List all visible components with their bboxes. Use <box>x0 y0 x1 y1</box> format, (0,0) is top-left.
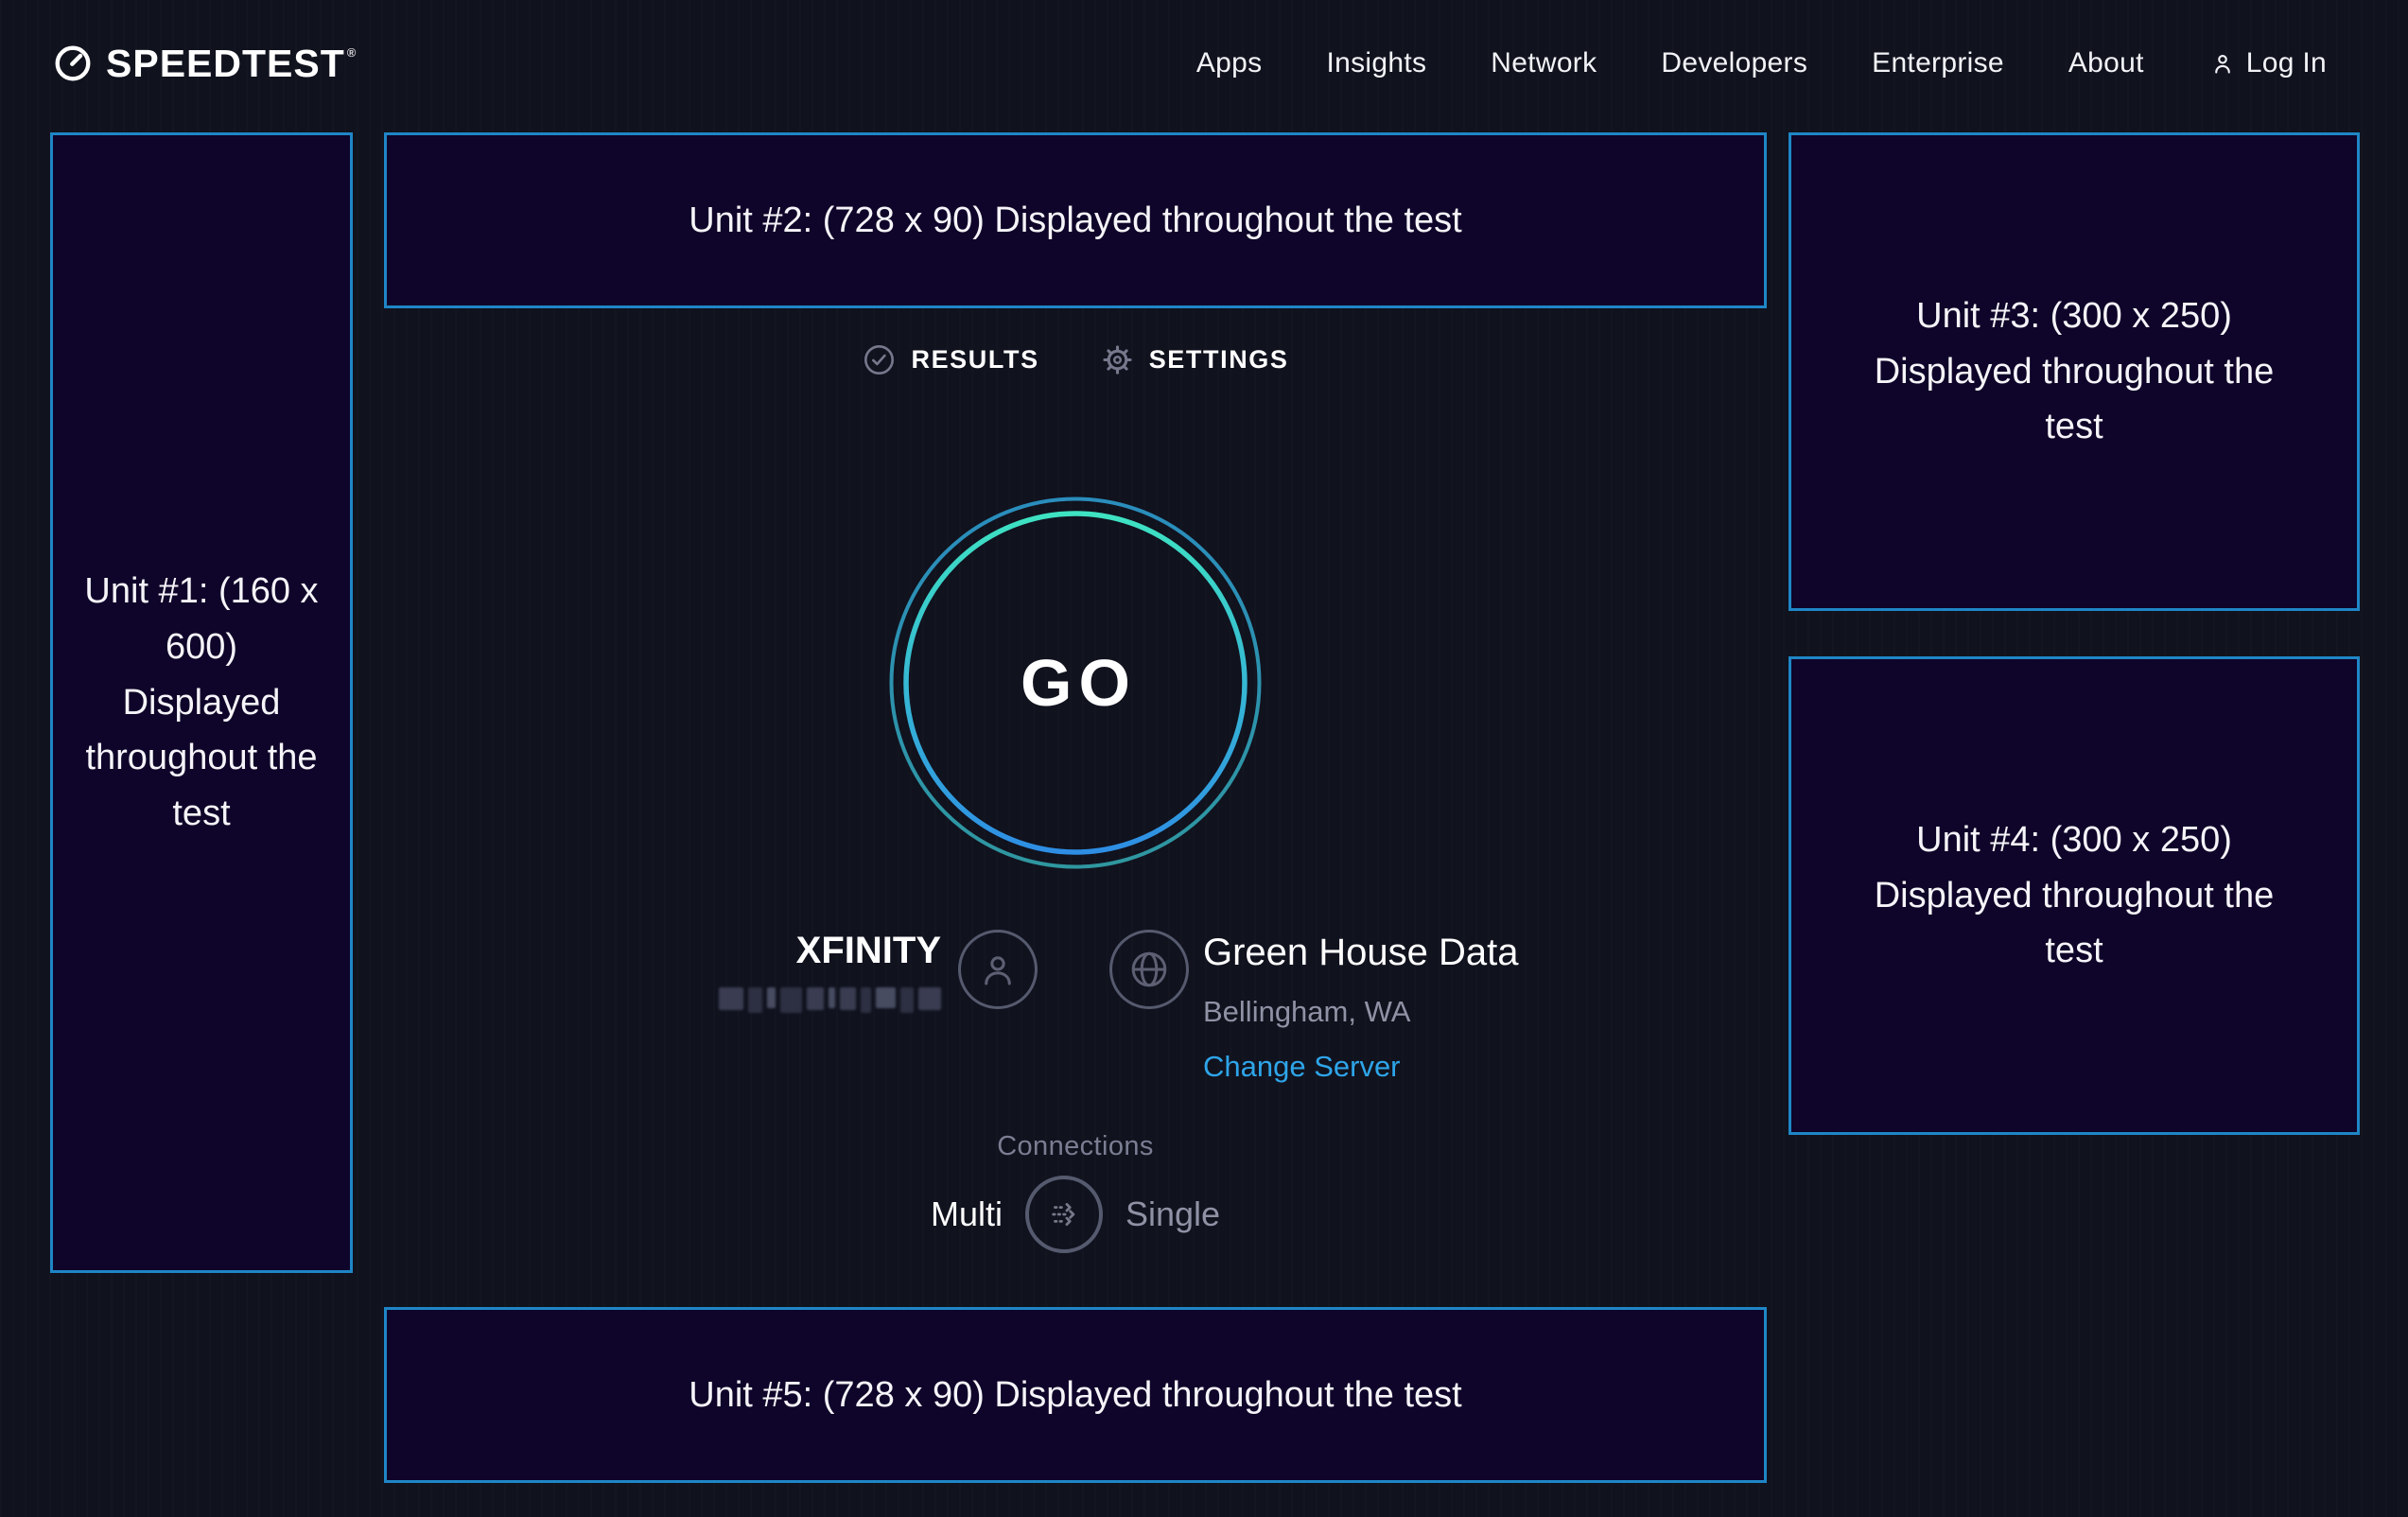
server-location: Bellingham, WA <box>1203 995 1519 1029</box>
server-name: Green House Data <box>1203 932 1519 974</box>
isp-server-row: XFINITY <box>384 922 1767 1130</box>
gear-icon <box>1100 342 1135 377</box>
main-content: RESULTS <box>384 0 1767 1517</box>
ad-unit-4-text: Unit #4: (300 x 250) Displayed throughou… <box>1870 812 2278 980</box>
nav-item-about[interactable]: About <box>2068 47 2144 79</box>
speedometer-gauge-icon <box>53 44 93 83</box>
multi-arrows-icon <box>1043 1194 1085 1235</box>
person-icon <box>976 948 1020 991</box>
user-icon <box>2208 49 2237 78</box>
connections-section: Connections Multi Sin <box>384 1131 1767 1253</box>
connections-toggle-row: Multi Single <box>384 1176 1767 1253</box>
server-avatar <box>1109 930 1189 1009</box>
ad-unit-4[interactable]: Unit #4: (300 x 250) Displayed throughou… <box>1789 656 2360 1135</box>
connection-option-multi[interactable]: Multi <box>931 1194 1003 1234</box>
speedtest-logo[interactable]: SPEEDTEST ® <box>53 36 356 91</box>
trademark-mark: ® <box>347 45 357 60</box>
connection-mode-toggle[interactable] <box>1025 1176 1103 1253</box>
globe-icon <box>1126 947 1172 992</box>
connection-option-single[interactable]: Single <box>1125 1194 1220 1234</box>
tab-settings[interactable]: SETTINGS <box>1100 342 1289 377</box>
change-server-link[interactable]: Change Server <box>1203 1050 1401 1084</box>
isp-block: XFINITY <box>719 930 941 1013</box>
isp-name[interactable]: XFINITY <box>719 930 941 972</box>
go-button[interactable]: GO <box>889 497 1262 869</box>
isp-details-redacted <box>719 987 941 1013</box>
login-button[interactable]: Log In <box>2208 47 2327 79</box>
connections-label: Connections <box>384 1131 1767 1162</box>
tab-results-label: RESULTS <box>911 345 1038 375</box>
ad-unit-3[interactable]: Unit #3: (300 x 250) Displayed throughou… <box>1789 132 2360 611</box>
server-block: Green House Data Bellingham, WA Change S… <box>1203 932 1519 1084</box>
isp-avatar <box>958 930 1038 1009</box>
tab-results[interactable]: RESULTS <box>862 342 1038 377</box>
speedtest-page: SPEEDTEST ® Apps Insights Network Develo… <box>0 0 2408 1517</box>
ad-unit-1[interactable]: Unit #1: (160 x 600) Displayed throughou… <box>50 132 353 1273</box>
ad-unit-1-text: Unit #1: (160 x 600) Displayed throughou… <box>82 564 321 842</box>
check-circle-icon <box>862 342 897 377</box>
logo-text: SPEEDTEST <box>106 36 345 91</box>
tab-bar: RESULTS <box>384 342 1767 377</box>
nav-item-enterprise[interactable]: Enterprise <box>1872 47 2004 79</box>
login-label: Log In <box>2246 47 2327 79</box>
tab-settings-label: SETTINGS <box>1149 345 1289 375</box>
go-button-label: GO <box>889 497 1262 869</box>
ad-unit-3-text: Unit #3: (300 x 250) Displayed throughou… <box>1870 288 2278 456</box>
